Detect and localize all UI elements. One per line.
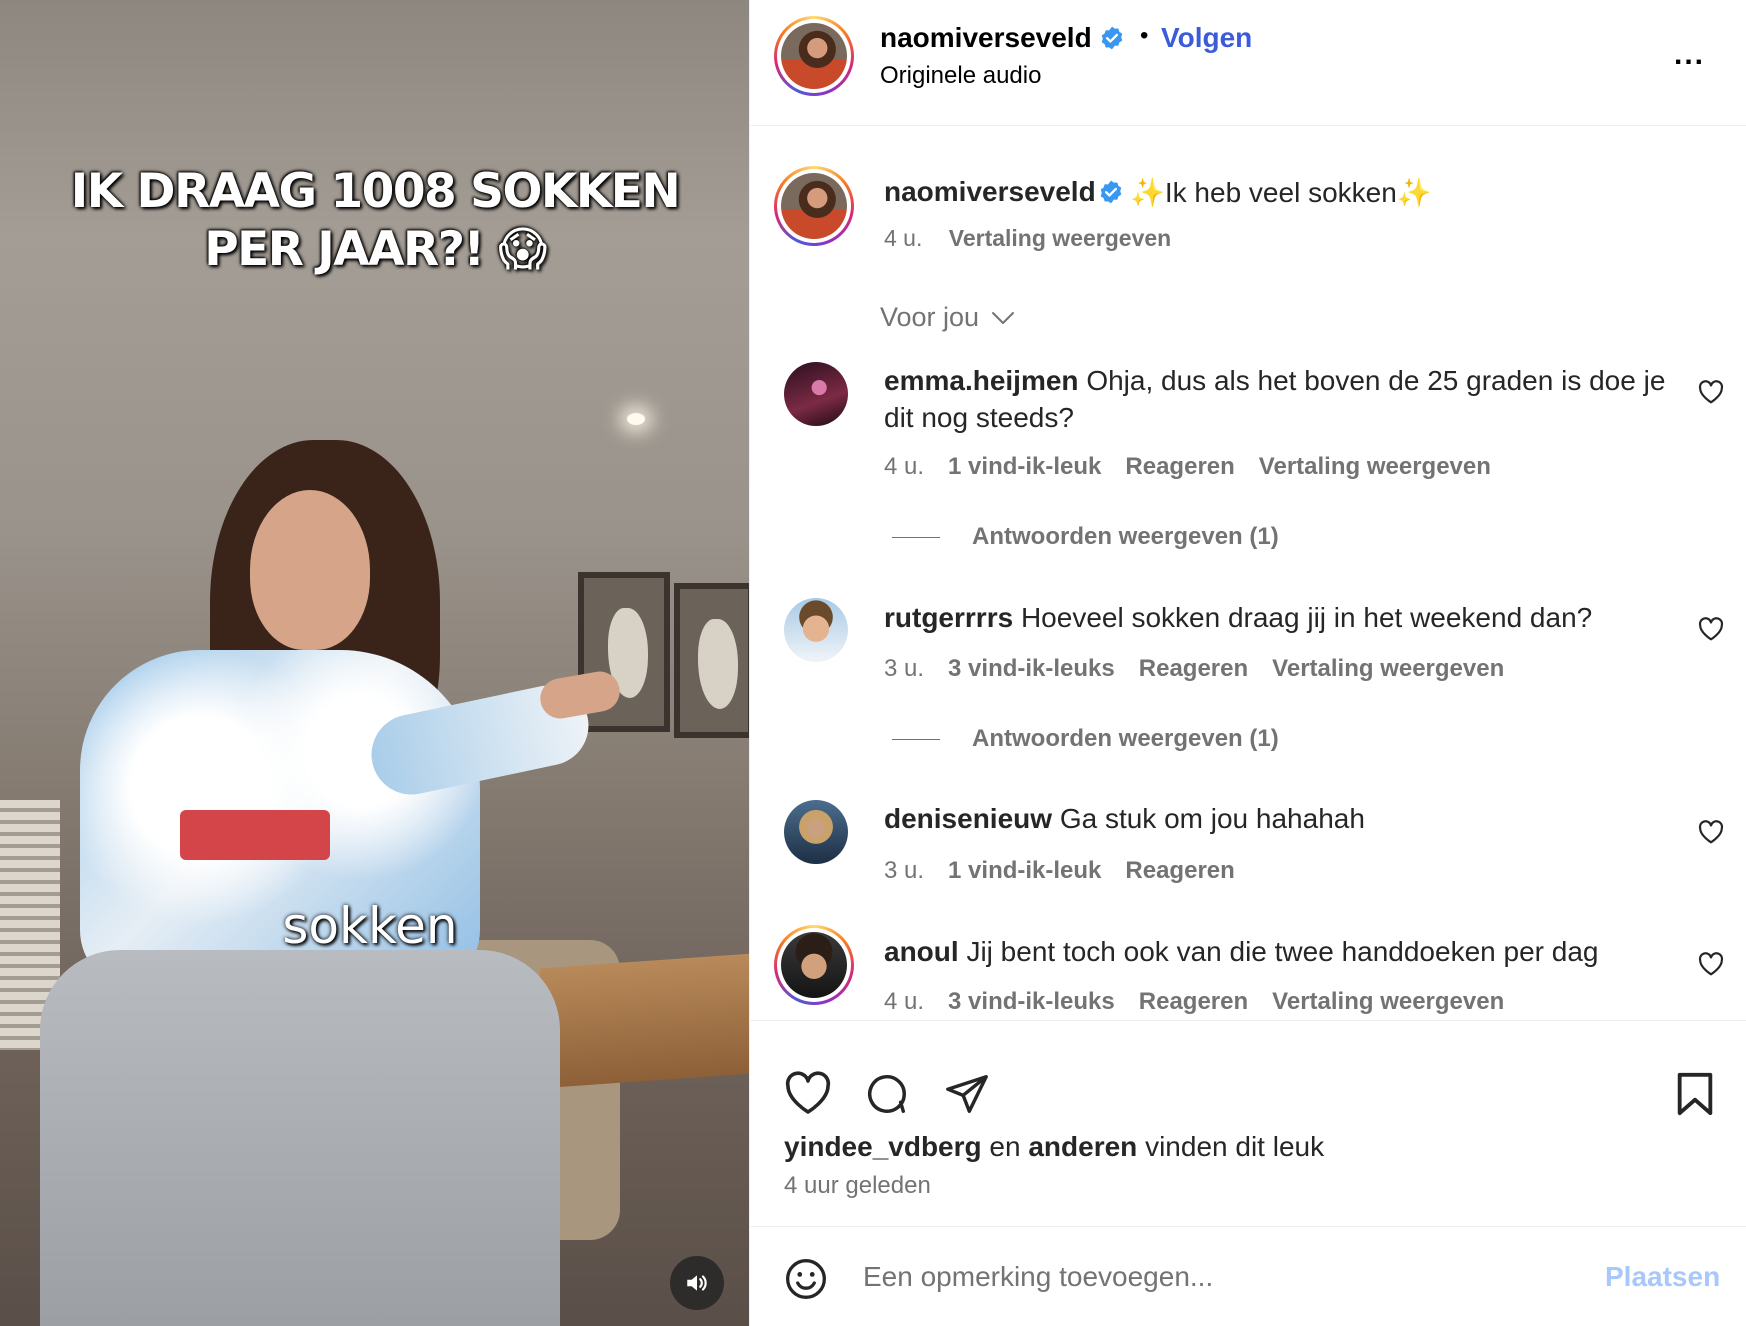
comment-bubble-icon[interactable] (864, 1071, 910, 1117)
post-timestamp: 4 uur geleden (784, 1172, 931, 1199)
video-subtitle: sokken (282, 897, 458, 955)
sort-label: Voor jou (880, 302, 980, 332)
heart-icon[interactable] (1698, 820, 1724, 844)
emoji-icon[interactable] (784, 1257, 828, 1301)
mute-button[interactable] (670, 1256, 724, 1310)
video-overlay-title: IK DRAAG 1008 SOKKEN PER JAAR?! 😱 (30, 163, 720, 279)
commenter-avatar[interactable] (784, 800, 848, 864)
likes-others-link[interactable]: anderen (1028, 1131, 1137, 1162)
reply-button[interactable]: Reageren (1139, 655, 1248, 683)
comment-username[interactable]: anoul (884, 936, 959, 967)
bookmark-icon[interactable] (1675, 1071, 1715, 1117)
audio-link[interactable]: Originele audio (880, 62, 1041, 90)
comment-likes[interactable]: 1 vind-ik-leuk (948, 453, 1101, 481)
likes-joiner: en (989, 1131, 1021, 1162)
author-avatar[interactable] (774, 16, 854, 96)
post-comment-button[interactable]: Plaatsen (1605, 1261, 1720, 1293)
replies-divider (892, 536, 940, 538)
comment-meta: 3 u. 1 vind-ik-leuk Reageren (884, 857, 1235, 885)
liker-username[interactable]: yindee_vdberg (784, 1131, 982, 1162)
comment-body: anoul Jij bent toch ook van die twee han… (884, 933, 1684, 970)
replies-divider (892, 738, 940, 740)
comment-username[interactable]: denisenieuw (884, 803, 1052, 834)
overlay-title-line: PER JAAR?! 😱 (204, 222, 547, 277)
post-header: naomiverseveld • Volgen Originele audio … (750, 0, 1746, 126)
view-replies-label: Antwoorden weergeven (1) (972, 725, 1279, 752)
comment-meta: 4 u. 1 vind-ik-leuk Reageren Vertaling w… (884, 453, 1491, 481)
commenter-avatar[interactable] (784, 598, 848, 662)
commenter-avatar[interactable] (774, 925, 854, 1005)
comment-sort-dropdown[interactable]: Voor jou (880, 302, 1015, 333)
comment-time: 4 u. (884, 453, 925, 480)
overlay-title-line: IK DRAAG 1008 SOKKEN (70, 164, 681, 219)
caption-meta: 4 u. Vertaling weergeven (884, 225, 1171, 252)
comment-username[interactable]: emma.heijmen (884, 365, 1079, 396)
reel-video[interactable]: IK DRAAG 1008 SOKKEN PER JAAR?! 😱 sokken (0, 0, 749, 1326)
separator-dot: • (1140, 22, 1149, 49)
heart-icon[interactable] (1698, 952, 1724, 976)
heart-icon[interactable] (1698, 617, 1724, 641)
chevron-down-icon (992, 311, 1015, 324)
reply-button[interactable]: Reageren (1139, 988, 1248, 1016)
view-replies-label: Antwoorden weergeven (1) (972, 523, 1279, 550)
caption-time: 4 u. (884, 225, 923, 251)
heart-icon[interactable] (1698, 380, 1724, 404)
comment-likes[interactable]: 3 vind-ik-leuks (948, 988, 1115, 1016)
translate-button[interactable]: Vertaling weergeven (1272, 988, 1504, 1016)
comment-time: 3 u. (884, 857, 925, 884)
post-panel: naomiverseveld • Volgen Originele audio … (749, 0, 1746, 1326)
ceiling-light (627, 413, 645, 425)
reply-button[interactable]: Reageren (1125, 453, 1234, 481)
comment-time: 3 u. (884, 655, 925, 682)
comment-text: Jij bent toch ook van die twee handdoeke… (966, 936, 1599, 967)
comment-meta: 3 u. 3 vind-ik-leuks Reageren Vertaling … (884, 655, 1504, 683)
translate-button[interactable]: Vertaling weergeven (1259, 453, 1491, 481)
view-replies-button[interactable]: Antwoorden weergeven (1) (892, 523, 1279, 551)
caption-text: ✨Ik heb veel sokken✨ (1130, 177, 1432, 208)
comment-text: Hoeveel sokken draag jij in het weekend … (1020, 602, 1593, 633)
like-heart-icon[interactable] (784, 1071, 832, 1115)
comment-likes[interactable]: 3 vind-ik-leuks (948, 655, 1115, 683)
translate-button[interactable]: Vertaling weergeven (949, 225, 1171, 251)
comment-meta: 4 u. 3 vind-ik-leuks Reageren Vertaling … (884, 988, 1504, 1016)
comment-time: 4 u. (884, 988, 925, 1015)
comment-body: denisenieuw Ga stuk om jou hahahah (884, 800, 1684, 837)
likes-summary: yindee_vdberg en anderen vinden dit leuk (784, 1131, 1324, 1163)
comment-text: Ga stuk om jou hahahah (1059, 803, 1365, 834)
verified-badge-icon (1100, 180, 1122, 204)
author-username[interactable]: naomiverseveld (880, 22, 1092, 54)
more-options-button[interactable]: ... (1674, 38, 1705, 72)
follow-button[interactable]: Volgen (1161, 22, 1252, 54)
comment-likes[interactable]: 1 vind-ik-leuk (948, 857, 1101, 885)
share-paper-plane-icon[interactable] (944, 1071, 990, 1117)
wall-frame (674, 583, 749, 738)
translate-button[interactable]: Vertaling weergeven (1272, 655, 1504, 683)
caption-author-avatar[interactable] (774, 166, 854, 246)
view-replies-button[interactable]: Antwoorden weergeven (1) (892, 725, 1279, 753)
comment-body: emma.heijmen Ohja, dus als het boven de … (884, 362, 1684, 436)
comment-input[interactable] (863, 1253, 1563, 1301)
speaker-icon (687, 1275, 707, 1291)
reply-button[interactable]: Reageren (1125, 857, 1234, 885)
caption-username[interactable]: naomiverseveld (884, 176, 1096, 208)
comment-username[interactable]: rutgerrrrs (884, 602, 1013, 633)
person (40, 430, 623, 1326)
likes-suffix: vinden dit leuk (1145, 1131, 1325, 1162)
comment-body: rutgerrrrs Hoeveel sokken draag jij in h… (884, 599, 1684, 636)
commenter-avatar[interactable] (784, 362, 848, 426)
comment-composer: Plaatsen (750, 1226, 1746, 1326)
verified-badge-icon (1101, 26, 1123, 50)
